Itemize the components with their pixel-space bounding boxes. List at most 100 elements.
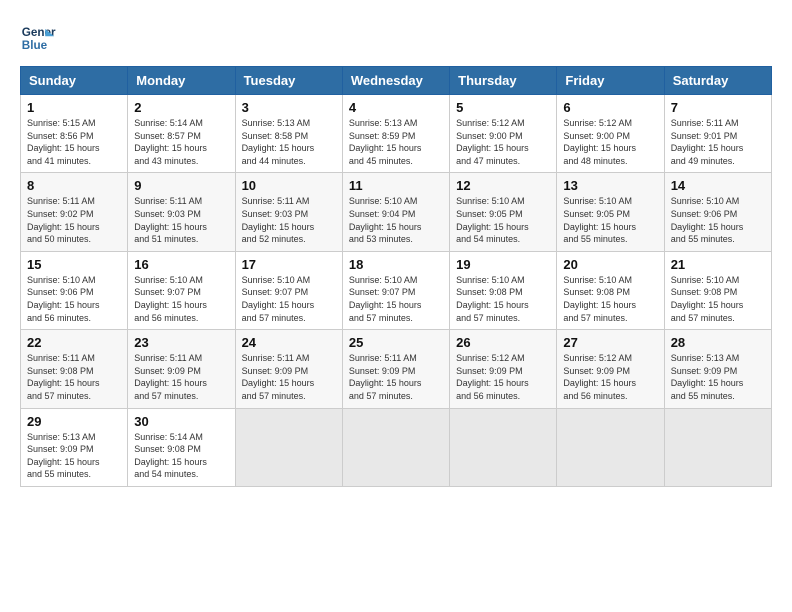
cell-info: Sunrise: 5:11 AMSunset: 9:09 PMDaylight:… xyxy=(134,352,228,402)
day-cell xyxy=(664,408,771,486)
day-number: 5 xyxy=(456,100,550,115)
day-cell xyxy=(450,408,557,486)
day-cell: 30 Sunrise: 5:14 AMSunset: 9:08 PMDayligh… xyxy=(128,408,235,486)
day-number: 9 xyxy=(134,178,228,193)
day-number: 8 xyxy=(27,178,121,193)
day-number: 22 xyxy=(27,335,121,350)
cell-info: Sunrise: 5:12 AMSunset: 9:09 PMDaylight:… xyxy=(456,352,550,402)
cell-info: Sunrise: 5:14 AMSunset: 8:57 PMDaylight:… xyxy=(134,117,228,167)
weekday-header-monday: Monday xyxy=(128,67,235,95)
weekday-header-saturday: Saturday xyxy=(664,67,771,95)
cell-info: Sunrise: 5:14 AMSunset: 9:08 PMDaylight:… xyxy=(134,431,228,481)
cell-info: Sunrise: 5:11 AMSunset: 9:09 PMDaylight:… xyxy=(242,352,336,402)
day-number: 13 xyxy=(563,178,657,193)
day-number: 30 xyxy=(134,414,228,429)
day-cell: 19 Sunrise: 5:10 AMSunset: 9:08 PMDayligh… xyxy=(450,251,557,329)
cell-info: Sunrise: 5:10 AMSunset: 9:07 PMDaylight:… xyxy=(134,274,228,324)
day-cell: 26 Sunrise: 5:12 AMSunset: 9:09 PMDayligh… xyxy=(450,330,557,408)
day-number: 15 xyxy=(27,257,121,272)
cell-info: Sunrise: 5:11 AMSunset: 9:03 PMDaylight:… xyxy=(242,195,336,245)
day-number: 19 xyxy=(456,257,550,272)
weekday-header-friday: Friday xyxy=(557,67,664,95)
weekday-header-thursday: Thursday xyxy=(450,67,557,95)
cell-info: Sunrise: 5:10 AMSunset: 9:08 PMDaylight:… xyxy=(671,274,765,324)
page-header: General Blue xyxy=(20,20,772,56)
day-cell xyxy=(342,408,449,486)
day-cell: 7 Sunrise: 5:11 AMSunset: 9:01 PMDaylight… xyxy=(664,95,771,173)
calendar-table: SundayMondayTuesdayWednesdayThursdayFrid… xyxy=(20,66,772,487)
week-row-1: 1 Sunrise: 5:15 AMSunset: 8:56 PMDaylight… xyxy=(21,95,772,173)
day-number: 2 xyxy=(134,100,228,115)
day-cell: 29 Sunrise: 5:13 AMSunset: 9:09 PMDayligh… xyxy=(21,408,128,486)
cell-info: Sunrise: 5:12 AMSunset: 9:00 PMDaylight:… xyxy=(456,117,550,167)
cell-info: Sunrise: 5:10 AMSunset: 9:06 PMDaylight:… xyxy=(671,195,765,245)
day-cell: 28Sunrise: 5:13 AMSunset: 9:09 PMDayligh… xyxy=(664,330,771,408)
day-cell: 1 Sunrise: 5:15 AMSunset: 8:56 PMDaylight… xyxy=(21,95,128,173)
week-row-3: 15 Sunrise: 5:10 AMSunset: 9:06 PMDayligh… xyxy=(21,251,772,329)
day-number: 16 xyxy=(134,257,228,272)
day-number: 12 xyxy=(456,178,550,193)
weekday-header-wednesday: Wednesday xyxy=(342,67,449,95)
day-cell: 10Sunrise: 5:11 AMSunset: 9:03 PMDayligh… xyxy=(235,173,342,251)
day-cell: 3 Sunrise: 5:13 AMSunset: 8:58 PMDaylight… xyxy=(235,95,342,173)
day-number: 26 xyxy=(456,335,550,350)
cell-info: Sunrise: 5:10 AMSunset: 9:04 PMDaylight:… xyxy=(349,195,443,245)
cell-info: Sunrise: 5:10 AMSunset: 9:06 PMDaylight:… xyxy=(27,274,121,324)
day-cell: 18 Sunrise: 5:10 AMSunset: 9:07 PMDayligh… xyxy=(342,251,449,329)
day-number: 11 xyxy=(349,178,443,193)
day-number: 18 xyxy=(349,257,443,272)
cell-info: Sunrise: 5:12 AMSunset: 9:00 PMDaylight:… xyxy=(563,117,657,167)
day-number: 29 xyxy=(27,414,121,429)
svg-text:Blue: Blue xyxy=(22,39,48,52)
day-number: 17 xyxy=(242,257,336,272)
week-row-2: 8 Sunrise: 5:11 AMSunset: 9:02 PMDaylight… xyxy=(21,173,772,251)
logo: General Blue xyxy=(20,20,60,56)
day-cell: 25 Sunrise: 5:11 AMSunset: 9:09 PMDayligh… xyxy=(342,330,449,408)
weekday-header-tuesday: Tuesday xyxy=(235,67,342,95)
cell-info: Sunrise: 5:15 AMSunset: 8:56 PMDaylight:… xyxy=(27,117,121,167)
cell-info: Sunrise: 5:10 AMSunset: 9:07 PMDaylight:… xyxy=(349,274,443,324)
cell-info: Sunrise: 5:11 AMSunset: 9:01 PMDaylight:… xyxy=(671,117,765,167)
day-cell: 16 Sunrise: 5:10 AMSunset: 9:07 PMDayligh… xyxy=(128,251,235,329)
day-cell xyxy=(235,408,342,486)
day-cell: 17Sunrise: 5:10 AMSunset: 9:07 PMDayligh… xyxy=(235,251,342,329)
day-cell: 15 Sunrise: 5:10 AMSunset: 9:06 PMDayligh… xyxy=(21,251,128,329)
cell-info: Sunrise: 5:11 AMSunset: 9:08 PMDaylight:… xyxy=(27,352,121,402)
cell-info: Sunrise: 5:11 AMSunset: 9:09 PMDaylight:… xyxy=(349,352,443,402)
day-cell: 2 Sunrise: 5:14 AMSunset: 8:57 PMDaylight… xyxy=(128,95,235,173)
day-number: 24 xyxy=(242,335,336,350)
day-cell: 4 Sunrise: 5:13 AMSunset: 8:59 PMDaylight… xyxy=(342,95,449,173)
cell-info: Sunrise: 5:11 AMSunset: 9:02 PMDaylight:… xyxy=(27,195,121,245)
cell-info: Sunrise: 5:10 AMSunset: 9:05 PMDaylight:… xyxy=(563,195,657,245)
weekday-header-sunday: Sunday xyxy=(21,67,128,95)
day-cell: 11 Sunrise: 5:10 AMSunset: 9:04 PMDayligh… xyxy=(342,173,449,251)
cell-info: Sunrise: 5:13 AMSunset: 8:59 PMDaylight:… xyxy=(349,117,443,167)
day-number: 7 xyxy=(671,100,765,115)
day-number: 6 xyxy=(563,100,657,115)
cell-info: Sunrise: 5:13 AMSunset: 8:58 PMDaylight:… xyxy=(242,117,336,167)
day-number: 25 xyxy=(349,335,443,350)
cell-info: Sunrise: 5:13 AMSunset: 9:09 PMDaylight:… xyxy=(27,431,121,481)
day-cell: 14Sunrise: 5:10 AMSunset: 9:06 PMDayligh… xyxy=(664,173,771,251)
day-cell: 24 Sunrise: 5:11 AMSunset: 9:09 PMDayligh… xyxy=(235,330,342,408)
day-number: 1 xyxy=(27,100,121,115)
day-number: 20 xyxy=(563,257,657,272)
day-cell: 27 Sunrise: 5:12 AMSunset: 9:09 PMDayligh… xyxy=(557,330,664,408)
day-cell: 5 Sunrise: 5:12 AMSunset: 9:00 PMDaylight… xyxy=(450,95,557,173)
svg-text:General: General xyxy=(22,26,56,39)
cell-info: Sunrise: 5:12 AMSunset: 9:09 PMDaylight:… xyxy=(563,352,657,402)
cell-info: Sunrise: 5:10 AMSunset: 9:05 PMDaylight:… xyxy=(456,195,550,245)
day-cell: 21 Sunrise: 5:10 AMSunset: 9:08 PMDayligh… xyxy=(664,251,771,329)
day-number: 21 xyxy=(671,257,765,272)
day-cell: 12 Sunrise: 5:10 AMSunset: 9:05 PMDayligh… xyxy=(450,173,557,251)
cell-info: Sunrise: 5:10 AMSunset: 9:08 PMDaylight:… xyxy=(563,274,657,324)
day-cell: 9Sunrise: 5:11 AMSunset: 9:03 PMDaylight… xyxy=(128,173,235,251)
day-number: 4 xyxy=(349,100,443,115)
day-cell: 20 Sunrise: 5:10 AMSunset: 9:08 PMDayligh… xyxy=(557,251,664,329)
day-number: 27 xyxy=(563,335,657,350)
day-number: 3 xyxy=(242,100,336,115)
cell-info: Sunrise: 5:10 AMSunset: 9:08 PMDaylight:… xyxy=(456,274,550,324)
week-row-4: 22 Sunrise: 5:11 AMSunset: 9:08 PMDayligh… xyxy=(21,330,772,408)
weekday-header-row: SundayMondayTuesdayWednesdayThursdayFrid… xyxy=(21,67,772,95)
day-number: 23 xyxy=(134,335,228,350)
